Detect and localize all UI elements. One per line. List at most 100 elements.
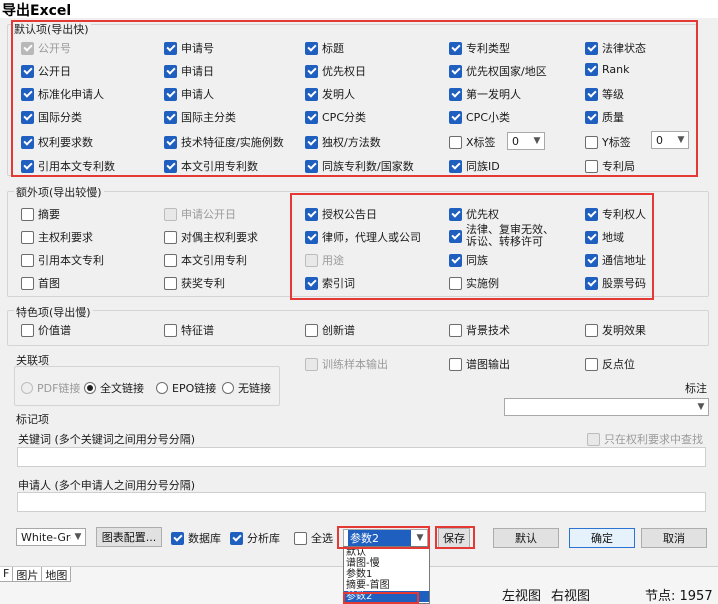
default-item-checkbox[interactable]: 引用本文专利数: [21, 158, 115, 174]
default-item-checkbox[interactable]: 申请日: [164, 63, 214, 79]
extra-item-checkbox[interactable]: 对偶主权利要求: [164, 229, 258, 245]
default-item-checkbox[interactable]: 技术特征度/实施例数: [164, 134, 284, 150]
checked-box-icon: [164, 87, 177, 101]
save-button[interactable]: 保存: [438, 528, 470, 548]
default-item-checkbox[interactable]: 本文引用专利数: [164, 158, 258, 174]
default-item-checkbox[interactable]: Y标签: [585, 134, 631, 150]
tab-map[interactable]: 地图: [42, 567, 72, 582]
default-item-checkbox[interactable]: 国际主分类: [164, 109, 236, 125]
default-item-checkbox[interactable]: Rank: [585, 63, 629, 76]
link-radio[interactable]: 无链接: [222, 380, 271, 396]
anti-point-checkbox[interactable]: 反点位: [585, 356, 635, 372]
theme-select[interactable]: White-Gree▼: [16, 528, 86, 546]
tab-f[interactable]: F: [0, 567, 14, 582]
extra-item-checkbox[interactable]: 通信地址: [585, 252, 646, 268]
default-item-checkbox[interactable]: 标准化申请人: [21, 86, 104, 102]
tab-images[interactable]: 图片: [13, 567, 43, 582]
default-item-checkbox[interactable]: 申请人: [164, 86, 214, 102]
default-item-checkbox[interactable]: CPC分类: [305, 109, 366, 125]
extra-item-checkbox[interactable]: 优先权: [449, 206, 499, 222]
special-item-checkbox[interactable]: 发明效果: [585, 322, 646, 338]
extra-item-checkbox[interactable]: 引用本文专利: [21, 252, 104, 268]
keyword-input[interactable]: [17, 447, 706, 467]
default-item-checkbox[interactable]: CPC小类: [449, 109, 510, 125]
chart-config-button[interactable]: 图表配置...: [96, 527, 162, 547]
radio-label: 无链接: [238, 382, 271, 395]
extra-item-checkbox[interactable]: 首图: [21, 275, 60, 291]
link-radio[interactable]: 全文链接: [84, 380, 144, 396]
default-item-checkbox[interactable]: 同族专利数/国家数: [305, 158, 414, 174]
extra-item-checkbox[interactable]: 地域: [585, 229, 624, 245]
default-item-checkbox[interactable]: 同族ID: [449, 158, 500, 174]
special-item-checkbox[interactable]: 背景技术: [449, 322, 510, 338]
param-select[interactable]: 参数2 ▼: [343, 529, 428, 547]
checked-box-icon: [21, 41, 34, 55]
checkbox-label: 法律状态: [602, 42, 646, 55]
link-radio[interactable]: EPO链接: [156, 380, 216, 396]
checked-box-icon: [585, 110, 598, 124]
default-item-checkbox[interactable]: X标签: [449, 134, 496, 150]
extra-group-title: 额外项(导出较慢): [14, 184, 104, 200]
spectrum-output-checkbox[interactable]: 谱图输出: [449, 356, 510, 372]
param-option[interactable]: 参数1: [344, 569, 429, 580]
checked-box-icon: [305, 159, 318, 173]
default-item-checkbox[interactable]: 等级: [585, 86, 624, 102]
database-checkbox[interactable]: 数据库: [171, 530, 221, 546]
y-tag-select[interactable]: 0 ▼: [651, 131, 689, 149]
extra-item-checkbox[interactable]: 同族: [449, 252, 488, 268]
ok-button[interactable]: 确定: [569, 528, 635, 548]
default-item-checkbox[interactable]: 独权/方法数: [305, 134, 381, 150]
extra-item-checkbox[interactable]: 股票号码: [585, 275, 646, 291]
default-button[interactable]: 默认: [493, 528, 559, 548]
extra-item-checkbox[interactable]: 专利权人: [585, 206, 646, 222]
left-view-label[interactable]: 左视图: [502, 585, 541, 604]
checkbox-label: 法律、复审无效、诉讼、转移许可: [466, 223, 554, 248]
special-item-checkbox[interactable]: 创新谱: [305, 322, 355, 338]
default-item-checkbox[interactable]: 标题: [305, 40, 344, 56]
extra-item-checkbox[interactable]: 法律、复审无效、诉讼、转移许可: [449, 224, 558, 248]
applicant-label: 申请人 (多个申请人之间用分号分隔): [18, 479, 196, 492]
default-item-checkbox[interactable]: 发明人: [305, 86, 355, 102]
extra-item-checkbox[interactable]: 本文引用专利: [164, 252, 247, 268]
default-item-checkbox[interactable]: 国际分类: [21, 109, 82, 125]
analysis-checkbox[interactable]: 分析库: [230, 530, 280, 546]
extra-item-checkbox[interactable]: 律师，代理人或公司: [305, 229, 421, 245]
default-item-checkbox[interactable]: 专利局: [585, 158, 635, 174]
default-item-checkbox[interactable]: 优先权国家/地区: [449, 63, 547, 79]
x-tag-select[interactable]: 0 ▼: [507, 132, 545, 150]
default-item-checkbox[interactable]: 申请号: [164, 40, 214, 56]
extra-item-checkbox[interactable]: 主权利要求: [21, 229, 93, 245]
default-item-checkbox[interactable]: 权利要求数: [21, 134, 93, 150]
annotation-select[interactable]: ▼: [504, 398, 709, 416]
default-item-checkbox[interactable]: 第一发明人: [449, 86, 521, 102]
select-all-checkbox[interactable]: 全选: [294, 530, 333, 546]
applicant-input[interactable]: [17, 492, 706, 512]
param-option[interactable]: 默认: [344, 547, 429, 558]
param-dropdown-list[interactable]: 默认 谱图-慢 参数1 摘要-首图 参数2: [343, 546, 430, 604]
special-item-checkbox[interactable]: 特征谱: [164, 322, 214, 338]
default-item-checkbox[interactable]: 质量: [585, 109, 624, 125]
checked-box-icon: [585, 207, 598, 221]
checkbox-label: 国际主分类: [181, 111, 236, 124]
cancel-button[interactable]: 取消: [641, 528, 707, 548]
special-item-checkbox[interactable]: 价值谱: [21, 322, 71, 338]
extra-item-checkbox[interactable]: 索引词: [305, 275, 355, 291]
unchecked-box-icon: [449, 323, 462, 337]
default-item-checkbox[interactable]: 优先权日: [305, 63, 366, 79]
param-option[interactable]: 参数2: [344, 591, 429, 602]
extra-item-checkbox[interactable]: 摘要: [21, 206, 60, 222]
checkbox-label: 优先权日: [322, 65, 366, 78]
checked-box-icon: [449, 253, 462, 267]
extra-item-checkbox[interactable]: 获奖专利: [164, 275, 225, 291]
default-item-checkbox[interactable]: 专利类型: [449, 40, 510, 56]
default-item-checkbox[interactable]: 公开日: [21, 63, 71, 79]
right-view-label[interactable]: 右视图: [551, 585, 590, 604]
unchecked-box-icon: [585, 135, 598, 149]
checkbox-label: CPC分类: [322, 111, 366, 124]
extra-item-checkbox[interactable]: 授权公告日: [305, 206, 377, 222]
param-option[interactable]: 谱图-慢: [344, 558, 429, 569]
default-item-checkbox[interactable]: 法律状态: [585, 40, 646, 56]
param-option[interactable]: 摘要-首图: [344, 580, 429, 591]
radio-icon: [21, 382, 33, 394]
extra-item-checkbox[interactable]: 实施例: [449, 275, 499, 291]
